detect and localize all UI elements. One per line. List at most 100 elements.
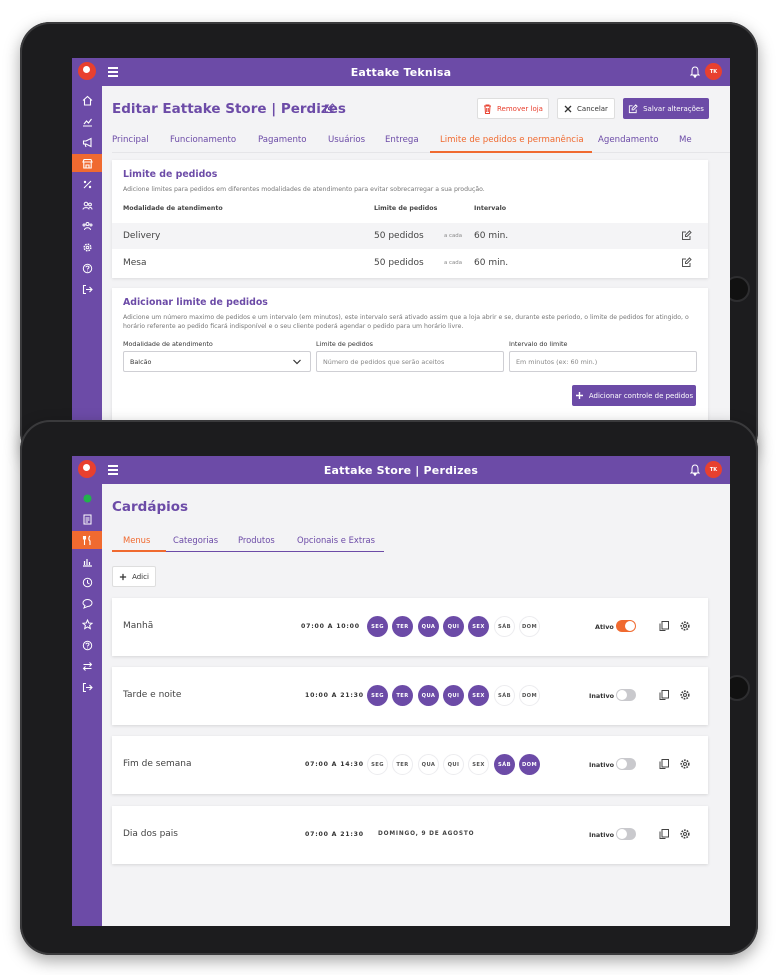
active-toggle[interactable] bbox=[616, 620, 636, 632]
menu-card[interactable]: Tarde e noite 10:00 A 21:30 SEG TER QUA QUI SE… bbox=[112, 667, 708, 725]
day-badge: QUA bbox=[418, 616, 439, 637]
status-label: Ativo bbox=[595, 623, 614, 631]
logout-icon[interactable] bbox=[72, 678, 102, 696]
tablet-bottom: Eattake Store | Perdizes TK Cardápios Me… bbox=[20, 420, 758, 955]
chat-icon[interactable] bbox=[72, 594, 102, 612]
day-badge: SEX bbox=[468, 616, 489, 637]
day-badge: SEG bbox=[367, 616, 388, 637]
day-badge: QUI bbox=[443, 685, 464, 706]
orders-icon[interactable] bbox=[72, 510, 102, 528]
add-menu-button[interactable]: Adici bbox=[112, 566, 156, 587]
tab-principal[interactable]: Principal bbox=[112, 135, 149, 145]
bell-icon[interactable] bbox=[690, 66, 700, 78]
add-order-control-button[interactable]: Adicionar controle de pedidos bbox=[572, 385, 696, 406]
logout-icon[interactable] bbox=[72, 280, 102, 298]
menu-name: Dia dos pais bbox=[123, 829, 178, 839]
tab-more[interactable]: Me bbox=[679, 135, 692, 145]
copy-icon[interactable] bbox=[658, 758, 670, 770]
status-label: Inativo bbox=[589, 761, 615, 769]
gear-icon[interactable] bbox=[679, 689, 691, 701]
cancel-button[interactable]: Cancelar bbox=[557, 98, 615, 119]
save-button[interactable]: Salvar alterações bbox=[623, 98, 709, 119]
order-limits-title: Limite de pedidos bbox=[123, 169, 218, 180]
close-icon bbox=[564, 105, 572, 112]
clock-icon[interactable] bbox=[72, 573, 102, 591]
gear-icon[interactable] bbox=[679, 828, 691, 840]
app-title: Eattake Store | Perdizes bbox=[323, 463, 479, 477]
logo-icon bbox=[78, 460, 96, 478]
edit-title-icon[interactable] bbox=[324, 103, 335, 114]
cutlery-icon[interactable] bbox=[72, 531, 102, 549]
remove-store-button[interactable]: Remover loja bbox=[477, 98, 549, 119]
add-limit-title: Adicionar limite de pedidos bbox=[123, 297, 268, 308]
menu-name: Manhã bbox=[123, 621, 154, 631]
menu-time: 07:00 A 21:30 bbox=[305, 831, 364, 838]
gear-icon[interactable] bbox=[679, 620, 691, 632]
help-icon[interactable] bbox=[72, 259, 102, 277]
copy-icon[interactable] bbox=[658, 828, 670, 840]
chevron-down-icon bbox=[293, 359, 301, 365]
gear-icon[interactable] bbox=[679, 758, 691, 770]
tab-entrega[interactable]: Entrega bbox=[385, 135, 419, 145]
tab-opcionais[interactable]: Opcionais e Extras bbox=[297, 535, 375, 545]
active-toggle[interactable] bbox=[616, 758, 636, 770]
menu-icon[interactable] bbox=[108, 65, 118, 79]
tab-menus[interactable]: Menus bbox=[123, 535, 150, 545]
sidebar bbox=[72, 456, 102, 926]
users-icon[interactable] bbox=[72, 196, 102, 214]
chart-icon[interactable] bbox=[72, 112, 102, 130]
day-badge: QUI bbox=[443, 616, 464, 637]
day-badge: SEG bbox=[367, 685, 388, 706]
store-icon[interactable] bbox=[72, 154, 102, 172]
interval-label: Intervalo do limite bbox=[509, 340, 568, 348]
edit-row-icon[interactable] bbox=[681, 230, 692, 241]
copy-icon[interactable] bbox=[658, 689, 670, 701]
tab-categorias[interactable]: Categorias bbox=[173, 535, 218, 545]
percent-icon[interactable] bbox=[72, 175, 102, 193]
col-mode: Modalidade de atendimento bbox=[123, 205, 223, 212]
add-limit-card: Adicionar limite de pedidos Adicione um … bbox=[112, 288, 708, 422]
bell-icon[interactable] bbox=[690, 464, 700, 476]
menu-time: 10:00 A 21:30 bbox=[305, 692, 364, 699]
tab-agendamento[interactable]: Agendamento bbox=[598, 135, 659, 145]
tab-produtos[interactable]: Produtos bbox=[238, 535, 275, 545]
chart-icon[interactable] bbox=[72, 552, 102, 570]
menu-card[interactable]: Fim de semana 07:00 A 14:30 SEG TER QUA QUI SE… bbox=[112, 736, 708, 794]
day-badge: QUA bbox=[418, 685, 439, 706]
active-toggle[interactable] bbox=[616, 828, 636, 840]
col-limit: Limite de pedidos bbox=[374, 205, 438, 212]
avatar[interactable]: TK bbox=[705, 461, 722, 478]
limit-input[interactable]: Número de pedidos que serão aceitos bbox=[316, 351, 504, 372]
settings-tabs: Principal Funcionamento Pagamento Usuári… bbox=[112, 133, 730, 153]
home-icon[interactable] bbox=[72, 91, 102, 109]
star-icon[interactable] bbox=[72, 615, 102, 633]
table-row: Mesa 50 pedidos a cada 60 min. bbox=[112, 250, 708, 276]
tab-pagamento[interactable]: Pagamento bbox=[258, 135, 307, 145]
edit-row-icon[interactable] bbox=[681, 257, 692, 268]
avatar[interactable]: TK bbox=[705, 63, 722, 80]
interval-input[interactable]: Em minutos (ex: 60 min.) bbox=[509, 351, 697, 372]
table-row: Delivery 50 pedidos a cada 60 min. bbox=[112, 223, 708, 249]
day-badge: QUI bbox=[443, 754, 464, 775]
mode-select[interactable]: Balcão bbox=[123, 351, 311, 372]
menu-card[interactable]: Dia dos pais 07:00 A 21:30 DOMINGO, 9 DE A… bbox=[112, 806, 708, 864]
gear-icon[interactable] bbox=[72, 238, 102, 256]
copy-icon[interactable] bbox=[658, 620, 670, 632]
group-icon[interactable] bbox=[72, 217, 102, 235]
tab-limite-pedidos[interactable]: Limite de pedidos e permanência bbox=[440, 135, 584, 145]
help-icon[interactable] bbox=[72, 636, 102, 654]
switch-icon[interactable] bbox=[72, 657, 102, 675]
screen-store-edit: Eattake Teknisa TK Editar Eattake Store … bbox=[72, 58, 730, 422]
day-badge: DOM bbox=[519, 685, 540, 706]
limit-label: Limite de pedidos bbox=[316, 340, 373, 348]
menu-icon[interactable] bbox=[108, 463, 118, 477]
tab-funcionamento[interactable]: Funcionamento bbox=[170, 135, 236, 145]
menu-card[interactable]: Manhã 07:00 A 10:00 SEG TER QUA QUI SEX SÁB DOM A… bbox=[112, 598, 708, 656]
megaphone-icon[interactable] bbox=[72, 133, 102, 151]
active-tab-indicator bbox=[112, 550, 166, 552]
tab-usuarios[interactable]: Usuários bbox=[328, 135, 365, 145]
order-limits-card: Limite de pedidos Adicione limites para … bbox=[112, 160, 708, 278]
active-tab-indicator bbox=[430, 151, 592, 153]
active-toggle[interactable] bbox=[616, 689, 636, 701]
status-label: Inativo bbox=[589, 831, 615, 839]
